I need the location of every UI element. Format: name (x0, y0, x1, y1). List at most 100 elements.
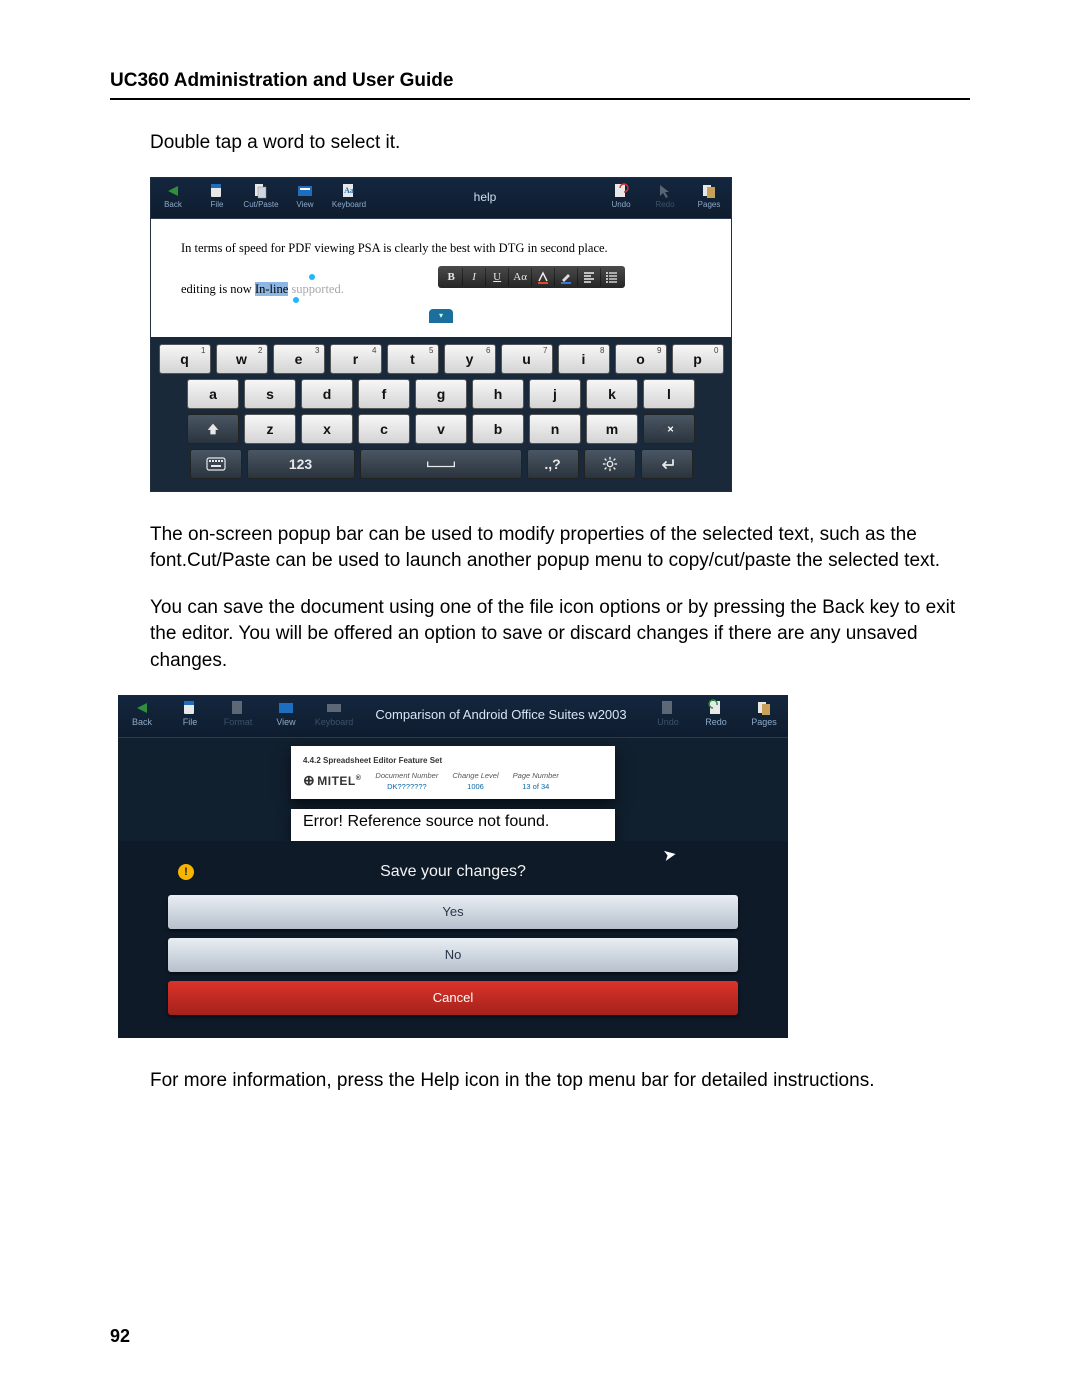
editor-document-area[interactable]: In terms of speed for PDF viewing PSA is… (151, 219, 731, 337)
key-q[interactable]: q1 (159, 344, 211, 374)
popup-italic-button[interactable]: I (463, 268, 486, 286)
key-s[interactable]: s (244, 379, 296, 409)
toolbar-keyboard-button[interactable]: Aa Keyboard (327, 178, 371, 216)
editor-toolbar: Back File Cut/Paste View (151, 178, 731, 219)
dialog-cancel-button[interactable]: Cancel (168, 981, 738, 1015)
popup-list-button[interactable] (601, 268, 623, 286)
toolbar2-undo-button[interactable]: Undo (644, 695, 692, 735)
toolbar2-pages-button[interactable]: Pages (740, 695, 788, 735)
toolbar2-redo-button[interactable]: Redo (692, 695, 740, 735)
toolbar-view-label: View (296, 200, 313, 209)
toolbar-back-button[interactable]: Back (151, 178, 195, 216)
keyboard-icon: Aa (340, 182, 358, 200)
page-number: 92 (110, 1326, 130, 1347)
toolbar2-back-label: Back (132, 717, 152, 727)
key-v[interactable]: v (415, 414, 467, 444)
key-n[interactable]: n (529, 414, 581, 444)
editor-title: help (371, 178, 599, 204)
toolbar2-format-label: Format (224, 717, 253, 727)
key-p[interactable]: p0 (672, 344, 724, 374)
toolbar-view-button[interactable]: View (283, 178, 327, 216)
key-d[interactable]: d (301, 379, 353, 409)
key-numeric[interactable]: 123 (247, 449, 355, 479)
popup-text-color-button[interactable] (532, 268, 555, 286)
key-z[interactable]: z (244, 414, 296, 444)
popup-align-button[interactable] (578, 268, 601, 286)
popup-highlight-button[interactable] (555, 268, 578, 286)
dialog-no-button[interactable]: No (168, 938, 738, 972)
toolbar-back-label: Back (164, 200, 182, 209)
key-g[interactable]: g (415, 379, 467, 409)
header-rule (110, 98, 970, 100)
paragraph-more-info: For more information, press the Help ico… (150, 1068, 970, 1095)
toolbar2-file-button[interactable]: File (166, 695, 214, 735)
key-x[interactable]: x (301, 414, 353, 444)
key-l[interactable]: l (643, 379, 695, 409)
toolbar-undo-button[interactable]: Undo (599, 178, 643, 216)
key-m[interactable]: m (586, 414, 638, 444)
popup-font-button[interactable]: Aα (509, 268, 532, 286)
key-y[interactable]: y6 (444, 344, 496, 374)
dialog-yes-button[interactable]: Yes (168, 895, 738, 929)
key-backspace[interactable] (643, 414, 695, 444)
toolbar2-back-button[interactable]: Back (118, 695, 166, 735)
cutpaste-icon (252, 182, 270, 200)
selected-text[interactable]: In-line (255, 282, 288, 296)
brand-logo: MITEL® (303, 772, 361, 789)
key-shift[interactable] (187, 414, 239, 444)
key-j[interactable]: j (529, 379, 581, 409)
key-f[interactable]: f (358, 379, 410, 409)
selection-handle-top[interactable] (309, 274, 315, 280)
toolbar-file-button[interactable]: File (195, 178, 239, 216)
page-header: UC360 Administration and User Guide (110, 70, 970, 92)
key-space[interactable] (360, 449, 522, 479)
pages-icon (755, 699, 773, 717)
changelevel-label: Change Level (452, 771, 498, 780)
back-arrow-icon (133, 699, 151, 717)
toolbar-cutpaste-button[interactable]: Cut/Paste (239, 178, 283, 216)
key-o[interactable]: o9 (615, 344, 667, 374)
changelevel-field: Change Level 1006 (452, 771, 498, 791)
onscreen-keyboard: q1w2e3r4t5y6u7i8o9p0 asdfghjkl zxcvbnm 1… (151, 337, 731, 491)
cursor-arrow-icon (656, 182, 674, 200)
toolbar2-view-button[interactable]: View (262, 695, 310, 735)
selection-handle-bottom[interactable] (293, 297, 299, 303)
toolbar-redo-button[interactable]: Redo (643, 178, 687, 216)
toolbar2-keyboard-button[interactable]: Keyboard (310, 695, 358, 735)
key-input-method[interactable] (190, 449, 242, 479)
key-k[interactable]: k (586, 379, 638, 409)
dialog-title: Save your changes? (380, 863, 526, 881)
key-w[interactable]: w2 (216, 344, 268, 374)
key-enter[interactable] (641, 449, 693, 479)
dialog-title-row: ! Save your changes? (168, 851, 738, 895)
docnum-label: Document Number (375, 771, 438, 780)
toolbar-pages-button[interactable]: Pages (687, 178, 731, 216)
key-c[interactable]: c (358, 414, 410, 444)
key-i[interactable]: i8 (558, 344, 610, 374)
doc-error-text: Error! Reference source not found. (303, 813, 603, 831)
key-punctuation[interactable]: .,? (527, 449, 579, 479)
editor-document-area-2: 4.4.2 Spreadsheet Editor Feature Set MIT… (118, 738, 788, 841)
document-line-2a: editing is now (181, 282, 255, 296)
document-line-2b: supported. (288, 282, 344, 296)
key-t[interactable]: t5 (387, 344, 439, 374)
toolbar-keyboard-label: Keyboard (332, 200, 366, 209)
popup-underline-button[interactable]: U (486, 268, 509, 286)
key-settings[interactable] (584, 449, 636, 479)
toolbar2-format-button[interactable]: Format (214, 695, 262, 735)
key-u[interactable]: u7 (501, 344, 553, 374)
undo-icon (659, 699, 677, 717)
format-icon (229, 699, 247, 717)
screenshot-editor-keyboard: Back File Cut/Paste View (150, 177, 732, 492)
popup-bold-button[interactable]: B (440, 268, 463, 286)
toolbar-pages-label: Pages (698, 200, 721, 209)
key-a[interactable]: a (187, 379, 239, 409)
paragraph-save-doc: You can save the document using one of t… (150, 595, 970, 675)
key-r[interactable]: r4 (330, 344, 382, 374)
keyboard-collapse-tab[interactable]: ▾ (429, 309, 453, 323)
warning-icon: ! (178, 864, 194, 880)
key-h[interactable]: h (472, 379, 524, 409)
toolbar2-pages-label: Pages (751, 717, 777, 727)
key-e[interactable]: e3 (273, 344, 325, 374)
key-b[interactable]: b (472, 414, 524, 444)
